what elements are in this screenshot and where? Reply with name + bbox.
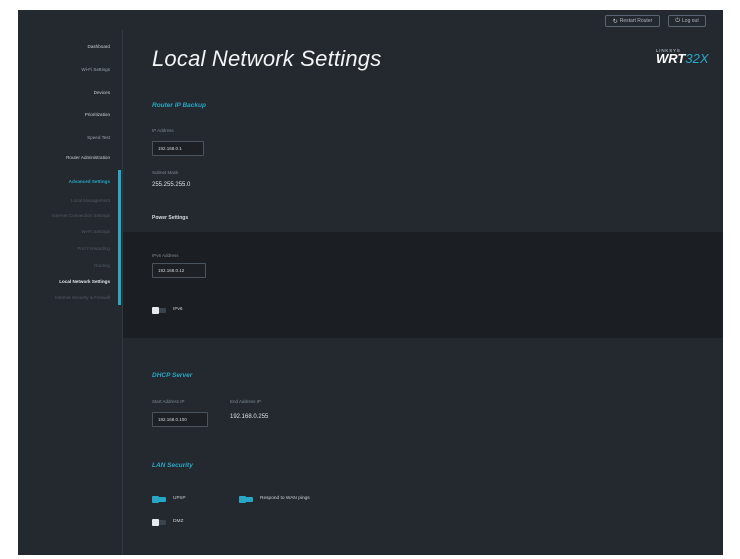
wan-ping-toggle-label: Respond to WAN pings <box>260 496 310 501</box>
app-window: ↻ Restart Router ⏻ Log out Dashboard Wi-… <box>18 10 723 555</box>
restart-router-label: Restart Router <box>619 18 653 24</box>
sidebar-item-devices[interactable]: Devices <box>18 90 118 95</box>
sidebar-subitem-local-network-settings[interactable]: Local Network Settings <box>18 279 118 284</box>
upnp-toggle[interactable] <box>152 496 166 503</box>
dhcp-start-label: Start Address IP <box>152 399 185 404</box>
restart-router-button[interactable]: ↻ Restart Router <box>605 15 660 27</box>
power-icon: ⏻ <box>675 17 681 24</box>
top-bar: ↻ Restart Router ⏻ Log out <box>18 10 723 32</box>
sidebar-subitem-port-forwarding[interactable]: Port Forwarding <box>18 246 118 251</box>
sidebar-item-router-administration[interactable]: Router Administration <box>18 155 118 160</box>
sidebar-subitem-wifi-settings[interactable]: Wi-Fi Settings <box>18 229 118 234</box>
dhcp-start-input[interactable]: 192.168.0.100 <box>152 412 208 427</box>
power-settings-title: Power Settings <box>152 215 189 221</box>
logout-button[interactable]: ⏻ Log out <box>668 15 706 27</box>
subnet-mask-value: 255.255.255.0 <box>152 182 191 188</box>
subnet-mask-label: Subnet Mask <box>152 170 179 175</box>
router-ip-section-title: Router IP Backup <box>152 102 206 109</box>
sidebar-active-indicator <box>118 170 121 305</box>
logo-model-accent: 32X <box>685 51 709 66</box>
restart-icon: ↻ <box>612 18 618 25</box>
page-title: Local Network Settings <box>152 46 382 71</box>
sidebar-item-prioritization[interactable]: Prioritization <box>18 112 118 117</box>
sidebar-item-advanced-settings[interactable]: Advanced Settings <box>18 179 118 184</box>
upnp-toggle-label: UPnP <box>173 496 186 501</box>
logout-label: Log out <box>682 18 699 24</box>
wan-ping-toggle[interactable] <box>239 496 253 503</box>
dmz-toggle-label: DMZ <box>173 519 184 524</box>
dhcp-section-title: DHCP Server <box>152 372 193 379</box>
dmz-toggle[interactable] <box>152 519 166 526</box>
dhcp-end-label: End Address IP <box>230 399 262 404</box>
sidebar: Dashboard Wi-Fi Settings Devices Priorit… <box>18 10 118 555</box>
ipv6-address-label: IPv6 Address <box>152 253 179 258</box>
linksys-logo: LINKSYS WRT32X <box>656 48 716 65</box>
ipv6-address-input[interactable]: 192.168.0.12 <box>152 263 206 278</box>
sidebar-item-speed-test[interactable]: Speed Test <box>18 135 118 140</box>
sidebar-subitem-local-management[interactable]: Local Management <box>18 198 118 203</box>
dhcp-end-value: 192.168.0.255 <box>230 414 269 420</box>
sidebar-subitem-internet-connection[interactable]: Internet Connection Settings <box>18 213 118 218</box>
ip-address-input[interactable]: 192.168.0.1 <box>152 141 204 156</box>
logo-model: WRT <box>656 51 686 66</box>
ipv6-toggle-label: IPv6 <box>173 307 183 312</box>
ipv6-toggle[interactable] <box>152 307 166 314</box>
ip-address-label: IP Address <box>152 128 174 133</box>
lan-security-section-title: LAN Security <box>152 462 193 469</box>
sidebar-subitem-internet-security[interactable]: Internet Security & Firewall <box>18 295 118 300</box>
sidebar-item-dashboard[interactable]: Dashboard <box>18 44 118 49</box>
sidebar-subitem-routing[interactable]: Routing <box>18 263 118 268</box>
sidebar-item-wifi-settings[interactable]: Wi-Fi Settings <box>18 67 118 72</box>
ipv6-panel <box>123 232 723 338</box>
